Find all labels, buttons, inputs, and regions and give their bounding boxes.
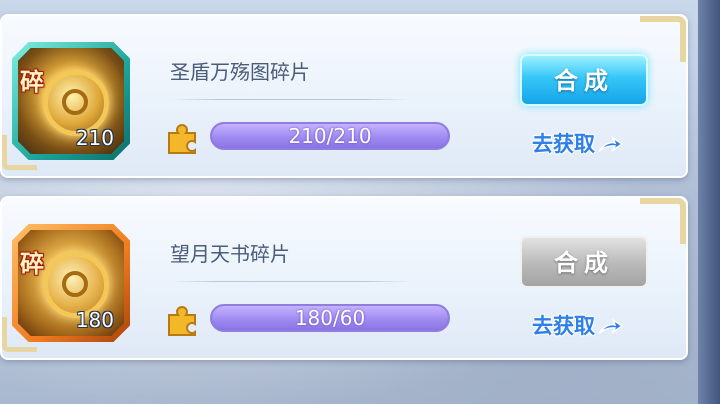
divider [170, 99, 412, 100]
go-obtain-label: 去获取 [532, 314, 595, 338]
fragment-count: 210 [75, 126, 114, 150]
arrow-right-icon [598, 318, 623, 335]
compose-button[interactable]: 合成 [520, 54, 648, 106]
puzzle-piece-icon [168, 124, 196, 154]
fragment-badge: 碎 [20, 68, 44, 96]
compose-button[interactable]: 合成 [520, 236, 648, 288]
go-obtain-link[interactable]: 去获取 [532, 128, 623, 158]
corner-ornament [640, 198, 686, 244]
fragment-name: 圣盾万殇图碎片 [170, 60, 310, 84]
go-obtain-label: 去获取 [532, 132, 595, 156]
fragment-item-slot[interactable]: 碎 180 [12, 224, 130, 342]
progress-text: 210/210 [288, 124, 372, 148]
side-panel-edge [698, 0, 720, 404]
progress-text: 180/60 [294, 306, 366, 330]
progress-bar: 210/210 [210, 122, 450, 150]
fragment-card: 碎 180 望月天书碎片 180/60 合成 去获取 [0, 196, 688, 360]
puzzle-piece-icon [168, 306, 196, 336]
arrow-right-icon [598, 136, 623, 153]
go-obtain-link[interactable]: 去获取 [532, 310, 623, 340]
fragment-card: 碎 210 圣盾万殇图碎片 210/210 合成 去获取 [0, 14, 688, 178]
fragment-name: 望月天书碎片 [170, 242, 290, 266]
progress-bar: 180/60 [210, 304, 450, 332]
corner-ornament [640, 16, 686, 62]
divider [170, 281, 412, 282]
fragment-badge: 碎 [20, 250, 44, 278]
fragment-item-slot[interactable]: 碎 210 [12, 42, 130, 160]
fragment-count: 180 [75, 308, 114, 332]
